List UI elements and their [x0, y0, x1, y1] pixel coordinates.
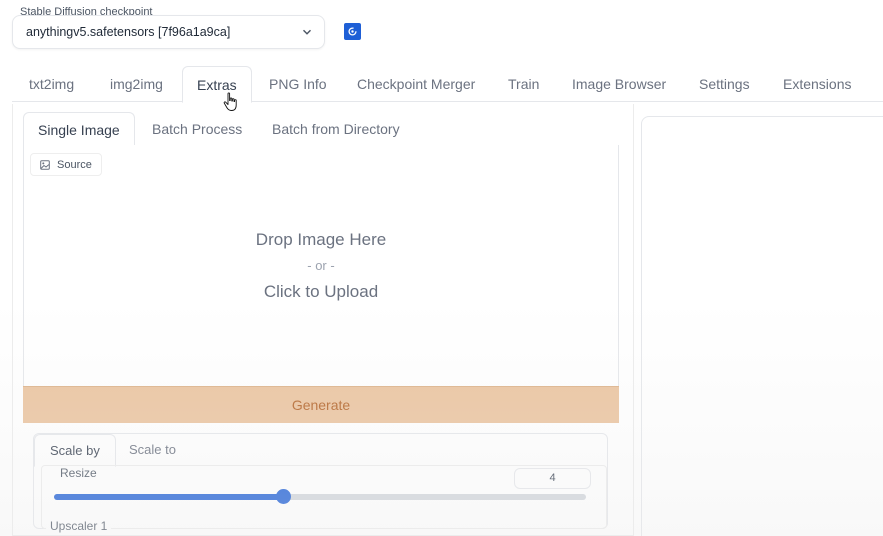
tab-batch-process[interactable]: Batch Process [152, 112, 242, 146]
tab-batch-from-directory[interactable]: Batch from Directory [272, 112, 400, 146]
click-to-upload-text: Click to Upload [263, 282, 379, 301]
tab-img2img[interactable]: img2img [110, 66, 163, 102]
resize-slider[interactable] [54, 489, 586, 504]
resize-slider-handle[interactable] [275, 489, 291, 504]
chevron-down-icon [302, 29, 312, 35]
image-icon [40, 159, 50, 170]
generate-button[interactable]: Generate [23, 386, 619, 423]
refresh-icon [348, 27, 357, 36]
refresh-checkpoint-button[interactable] [344, 23, 361, 40]
tab-image-browser[interactable]: Image Browser [572, 66, 666, 102]
tab-extensions[interactable]: Extensions [783, 66, 851, 102]
resize-number-input[interactable]: 4 [514, 468, 591, 489]
source-label-text: Source [57, 158, 92, 171]
resize-slider-fill [54, 494, 283, 500]
tab-scale-to[interactable]: Scale to [129, 434, 176, 466]
resize-label: Resize [60, 466, 97, 480]
extras-sub-tab-bar: Single Image Batch Process Batch from Di… [23, 112, 619, 147]
upscaler-1-label: Upscaler 1 [46, 519, 112, 533]
tab-txt2img[interactable]: txt2img [29, 66, 74, 102]
tab-settings[interactable]: Settings [699, 66, 750, 102]
source-label: Source [30, 153, 102, 176]
tab-extras[interactable]: Extras [182, 66, 252, 103]
tab-png-info[interactable]: PNG Info [269, 66, 327, 102]
checkpoint-dropdown[interactable]: anythingv5.safetensors [7f96a1a9ca] [12, 15, 325, 49]
main-tab-bar: txt2img img2img Extras PNG Info Checkpoi… [12, 66, 883, 103]
tab-checkpoint-merger[interactable]: Checkpoint Merger [357, 66, 475, 102]
tab-train[interactable]: Train [508, 66, 539, 102]
hand-cursor-icon [223, 92, 237, 111]
tab-single-image[interactable]: Single Image [23, 112, 135, 147]
drop-image-text: Drop Image Here [255, 230, 387, 249]
or-text: - or - [307, 258, 335, 273]
tab-scale-by[interactable]: Scale by [34, 434, 116, 467]
output-panel [641, 116, 883, 536]
checkpoint-value: anythingv5.safetensors [7f96a1a9ca] [26, 25, 231, 39]
